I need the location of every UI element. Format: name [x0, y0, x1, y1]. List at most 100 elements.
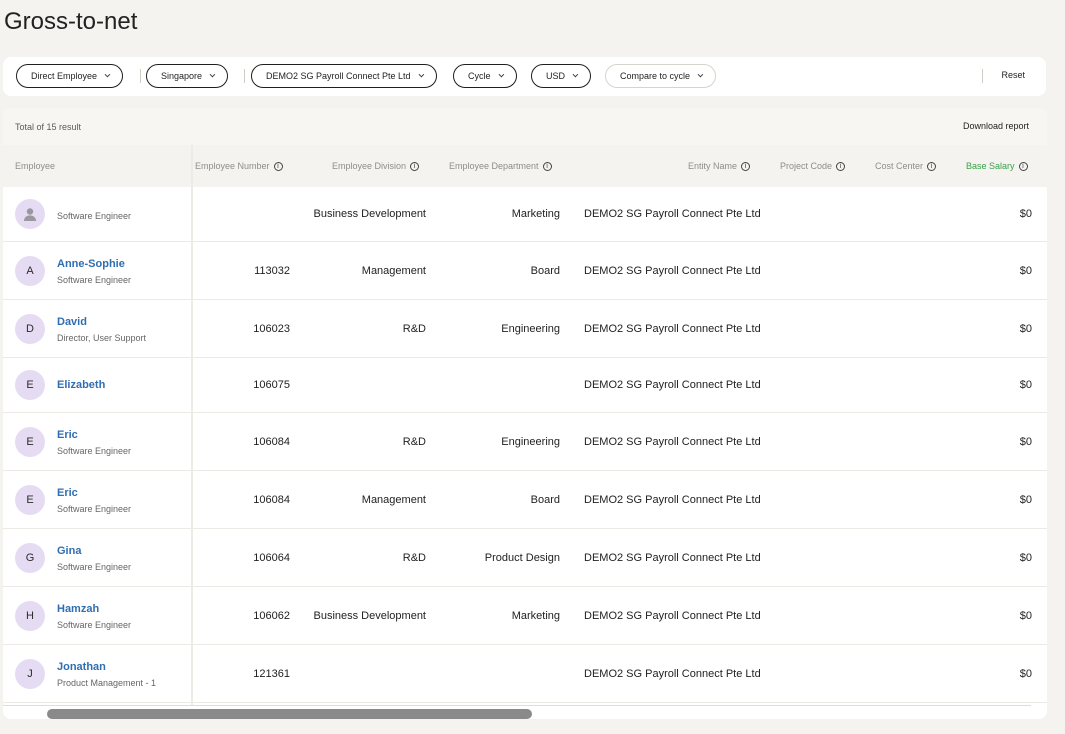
- info-icon[interactable]: i: [1018, 161, 1028, 171]
- info-icon[interactable]: i: [273, 161, 283, 171]
- column-header-employee[interactable]: Employee: [15, 161, 55, 171]
- horizontal-scrollbar[interactable]: [3, 705, 1031, 719]
- employee-role: Product Management - 1: [57, 677, 157, 688]
- worker-type-filter[interactable]: Direct Employee: [16, 64, 124, 88]
- employee-info: Jonathan Product Management - 1: [57, 660, 156, 688]
- employee-role: Director, User Support: [57, 332, 147, 343]
- column-label: Base Salary: [966, 161, 1015, 171]
- employee-info: Software Engineer: [57, 207, 131, 221]
- info-icon[interactable]: i: [927, 161, 937, 171]
- page-title: Gross-to-net: [4, 8, 138, 35]
- info-icon[interactable]: i: [741, 161, 751, 171]
- info-icon[interactable]: i: [542, 161, 552, 171]
- entity-cell: DEMO2 SG Payroll Connect Pte Ltd: [584, 379, 761, 391]
- entity-cell: DEMO2 SG Payroll Connect Pte Ltd: [584, 609, 761, 622]
- base-salary-cell: $0: [1019, 493, 1032, 506]
- worker-type-label: Direct Employee: [31, 71, 98, 81]
- table-row[interactable]: E Eric Software Engineer 106084 Manageme…: [3, 471, 1047, 529]
- avatar-initial: H: [26, 609, 34, 622]
- column-label: Employee Number: [195, 161, 270, 171]
- department-cell: Board: [530, 493, 560, 506]
- column-label: Project Code: [780, 161, 833, 171]
- table-row[interactable]: E Elizabeth 106075 DEMO2 SG Payroll Conn…: [3, 358, 1047, 413]
- column-header-cost-center[interactable]: Cost Center i: [875, 161, 937, 171]
- avatar: E: [15, 370, 45, 400]
- entity-cell: DEMO2 SG Payroll Connect Pte Ltd: [584, 493, 761, 506]
- info-icon[interactable]: i: [410, 161, 420, 171]
- division-cell: R&D: [402, 435, 426, 448]
- base-salary-cell: $0: [1019, 667, 1032, 680]
- currency-filter[interactable]: USD: [531, 64, 592, 88]
- employee-name-link[interactable]: Anne-Sophie: [57, 257, 131, 271]
- table-row[interactable]: G Gina Software Engineer 106064 R&D Prod…: [3, 529, 1047, 587]
- employee-name-link[interactable]: Eric: [57, 486, 131, 500]
- department-cell: [433, 645, 560, 702]
- chevron-down-icon: [104, 71, 111, 78]
- filter-bar: Direct Employee Singapore DEMO2 SG Payro…: [3, 57, 1046, 96]
- employee-cell: E Elizabeth: [15, 358, 105, 412]
- employee-name-link[interactable]: Eric: [57, 428, 131, 442]
- employee-number-cell: 106084: [253, 493, 290, 506]
- download-report-button[interactable]: Download report: [963, 121, 1029, 131]
- chevron-down-icon: [697, 71, 704, 78]
- division-cell: Management: [361, 493, 426, 506]
- table-row[interactable]: E Eric Software Engineer 106084 R&D Engi…: [3, 413, 1047, 471]
- avatar: G: [15, 542, 45, 573]
- reset-button[interactable]: Reset: [1001, 70, 1025, 80]
- column-header-division[interactable]: Employee Division i: [332, 161, 420, 171]
- cycle-filter[interactable]: Cycle: [453, 64, 517, 88]
- employee-info: Eric Software Engineer: [57, 486, 131, 514]
- column-header-project-code[interactable]: Project Code i: [780, 161, 846, 171]
- department-cell: [433, 358, 560, 412]
- employee-number-cell: 106023: [253, 322, 290, 335]
- department-cell: Product Design: [484, 551, 560, 564]
- column-header-base-salary[interactable]: Base Salary i: [966, 161, 1028, 171]
- entity-filter[interactable]: DEMO2 SG Payroll Connect Pte Ltd: [251, 64, 437, 88]
- employee-name-link[interactable]: Elizabeth: [57, 378, 105, 392]
- employee-info: Anne-Sophie Software Engineer: [57, 257, 131, 285]
- table-row[interactable]: D David Director, User Support 106023 R&…: [3, 300, 1047, 358]
- info-icon[interactable]: i: [836, 161, 846, 171]
- department-cell: Board: [530, 264, 560, 277]
- table-row[interactable]: H Hamzah Software Engineer 106062 Busine…: [3, 587, 1047, 645]
- column-header-department[interactable]: Employee Department i: [449, 161, 552, 171]
- employee-number-cell: 106084: [253, 435, 290, 448]
- column-header-employee-number[interactable]: Employee Number i: [195, 161, 283, 171]
- employee-cell: D David Director, User Support: [15, 300, 146, 357]
- employee-number-cell: 113032: [254, 264, 290, 277]
- division-cell: R&D: [402, 551, 426, 564]
- column-header-entity[interactable]: Entity Name i: [688, 161, 751, 171]
- country-filter[interactable]: Singapore: [146, 64, 229, 88]
- country-label: Singapore: [161, 71, 203, 81]
- employee-name-link[interactable]: Gina: [57, 544, 131, 558]
- table-row[interactable]: A Anne-Sophie Software Engineer 113032 M…: [3, 242, 1047, 300]
- avatar: H: [15, 600, 45, 631]
- employee-name-link[interactable]: David: [57, 315, 146, 329]
- employee-cell: E Eric Software Engineer: [15, 413, 131, 470]
- avatar-initial: E: [26, 379, 34, 391]
- frozen-column-divider: [191, 145, 193, 705]
- avatar-initial: E: [26, 493, 34, 506]
- avatar-initial: D: [26, 322, 34, 335]
- avatar-initial: J: [27, 667, 33, 680]
- employee-name-link[interactable]: Jonathan: [57, 660, 156, 674]
- currency-label: USD: [546, 71, 566, 81]
- table-row[interactable]: Software Engineer Business Development M…: [3, 187, 1047, 242]
- scrollbar-thumb[interactable]: [47, 709, 532, 719]
- avatar: D: [15, 313, 45, 344]
- employee-name-link[interactable]: Hamzah: [57, 602, 131, 616]
- table-row[interactable]: J Jonathan Product Management - 1 121361…: [3, 645, 1047, 703]
- employee-number-cell: 121361: [253, 667, 290, 680]
- employee-role: Software Engineer: [57, 561, 132, 572]
- employee-info: Elizabeth: [57, 378, 105, 392]
- compare-cycle-filter[interactable]: Compare to cycle: [605, 64, 717, 88]
- column-label: Cost Center: [875, 161, 924, 171]
- divider: [244, 69, 245, 83]
- entity-cell: DEMO2 SG Payroll Connect Pte Ltd: [584, 264, 761, 277]
- employee-role: Software Engineer: [57, 503, 132, 514]
- chevron-down-icon: [418, 71, 424, 78]
- employee-number-cell: 106075: [253, 379, 290, 391]
- entity-cell: DEMO2 SG Payroll Connect Pte Ltd: [584, 322, 761, 335]
- division-cell: Business Development: [313, 208, 426, 220]
- avatar-initial: A: [26, 264, 34, 277]
